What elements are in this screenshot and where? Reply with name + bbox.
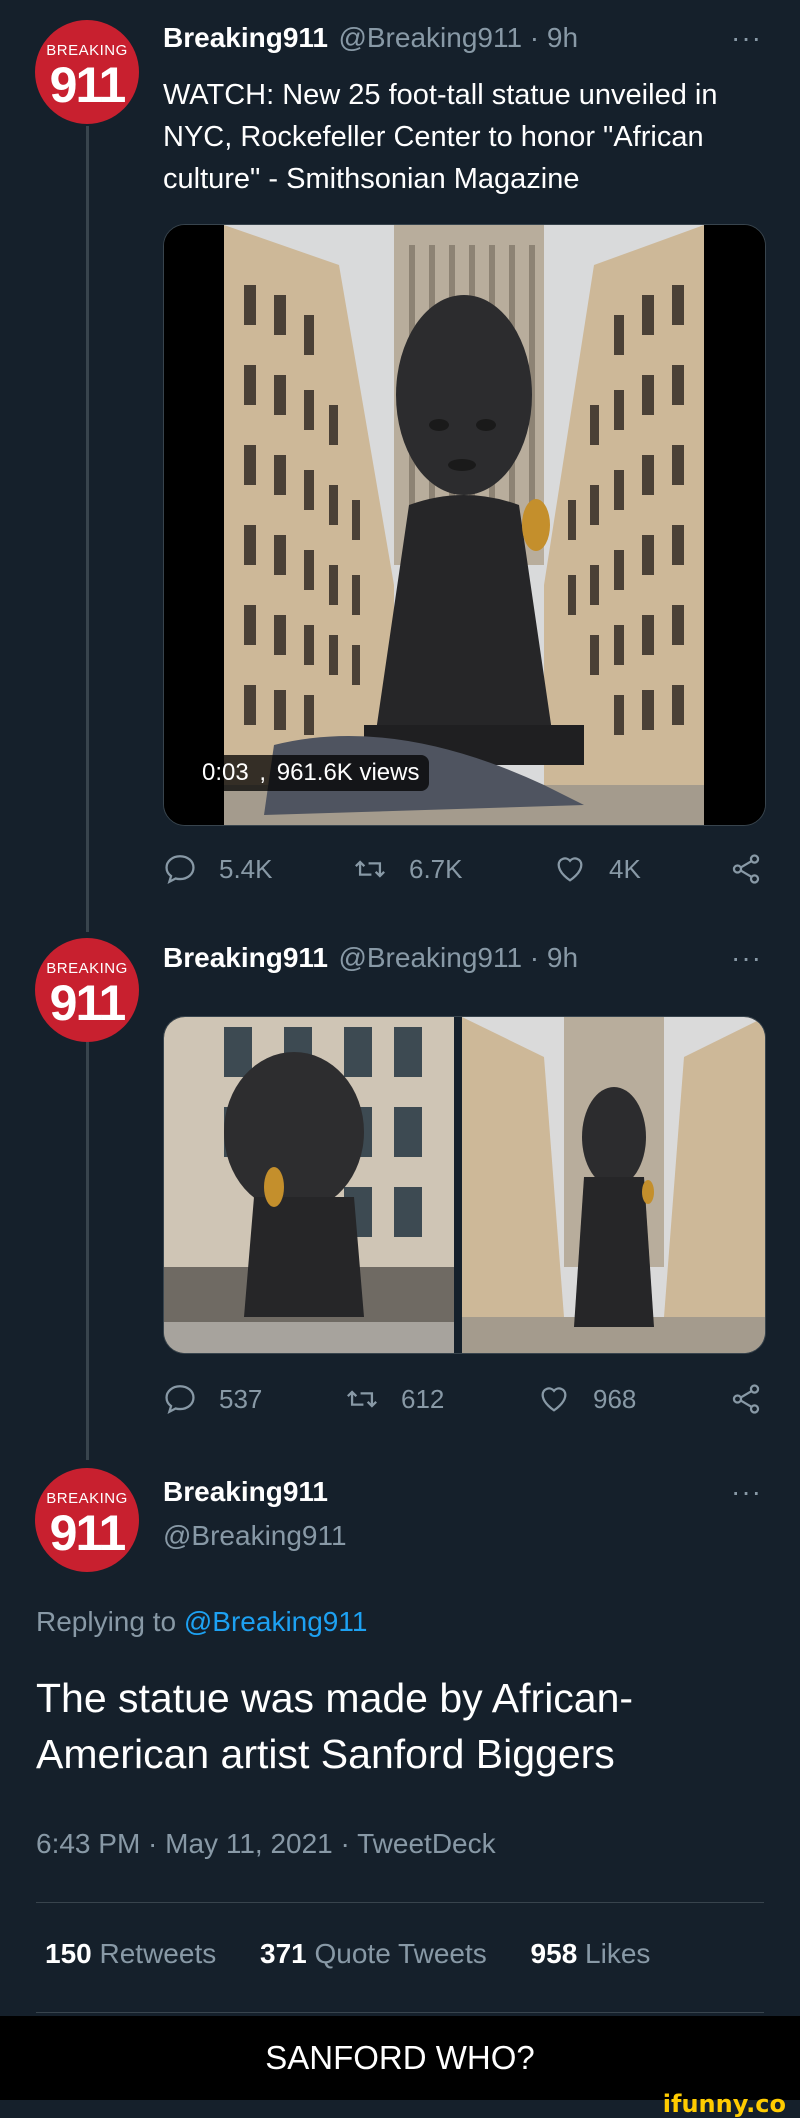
avatar-number: 911	[49, 57, 127, 113]
tweet-text-line: culture" - Smithsonian Magazine	[163, 163, 580, 195]
thread-line	[86, 1012, 89, 1460]
replying-handle-link[interactable]: @Breaking911	[184, 1606, 368, 1637]
avatar[interactable]: BREAKING 911	[35, 938, 139, 1042]
more-options-icon[interactable]: ···	[731, 942, 762, 974]
main-tweet-text: The statue was made by African- American…	[36, 1670, 776, 1782]
reply-button[interactable]: 5.4K	[163, 852, 273, 886]
tweet-header: Breaking911 @Breaking911 · 9h	[163, 22, 578, 54]
author-meta: @Breaking911 · 9h	[338, 942, 579, 973]
share-button[interactable]	[729, 1382, 763, 1416]
author-name[interactable]: Breaking911	[163, 942, 328, 973]
retweet-icon	[355, 860, 385, 878]
tweet-text-line: American artist Sanford Biggers	[36, 1731, 615, 1777]
author-name[interactable]: Breaking911	[163, 22, 328, 53]
likes-stat[interactable]: 958 Likes	[531, 1938, 651, 1969]
tweet-text-line: NYC, Rockefeller Center to honor "Africa…	[163, 121, 704, 153]
tweet-timestamp[interactable]: 6:43 PM · May 11, 2021 · TweetDeck	[36, 1828, 496, 1860]
retweets-count: 150	[45, 1938, 92, 1969]
tweet-actions: 5.4K 6.7K 4K	[163, 852, 764, 892]
share-icon	[732, 854, 760, 884]
avatar-number: 911	[49, 975, 127, 1031]
avatar[interactable]: BREAKING 911	[35, 20, 139, 124]
divider	[36, 1902, 764, 1903]
like-count: 968	[593, 1383, 637, 1414]
tweet-actions: 537 612 968	[163, 1382, 764, 1422]
reply-icon	[165, 1385, 195, 1415]
author-meta: @Breaking911 · 9h	[338, 22, 579, 53]
share-icon	[732, 1384, 760, 1414]
quotes-count: 371	[260, 1938, 307, 1969]
retweets-label: Retweets	[99, 1938, 217, 1969]
statue-video-frame	[164, 225, 765, 825]
watermark: ifunny.co	[662, 2090, 786, 2118]
author-name[interactable]: Breaking911	[163, 1476, 328, 1508]
more-options-icon[interactable]: ···	[731, 22, 762, 54]
avatar-number: 911	[49, 1505, 127, 1561]
quotes-label: Quote Tweets	[314, 1938, 487, 1969]
likes-label: Likes	[585, 1938, 651, 1969]
heart-icon	[557, 857, 583, 882]
reply-count: 537	[219, 1383, 263, 1414]
retweet-button[interactable]: 612	[345, 1382, 444, 1416]
like-button[interactable]: 968	[537, 1382, 636, 1416]
thread-line	[86, 126, 89, 932]
image-grid	[163, 1016, 766, 1354]
avatar[interactable]: BREAKING 911	[35, 1468, 139, 1572]
engagement-stats: 150 Retweets 371 Quote Tweets 958 Likes	[45, 1938, 650, 1970]
video-player[interactable]: 0:03 , 961.6K views	[163, 224, 766, 826]
tweet-text-line: WATCH: New 25 foot-tall statue unveiled …	[163, 79, 718, 111]
author-handle: @Breaking911	[163, 1520, 347, 1551]
likes-count: 958	[530, 1938, 578, 1969]
retweet-count: 6.7K	[409, 853, 463, 884]
reply-button[interactable]: 537	[163, 1382, 262, 1416]
share-button[interactable]	[729, 852, 763, 886]
quotes-stat[interactable]: 371 Quote Tweets	[260, 1938, 495, 1969]
more-options-icon[interactable]: ···	[731, 1476, 762, 1508]
meme-caption: SANFORD WHO?	[0, 2016, 800, 2100]
reply-count: 5.4K	[219, 853, 273, 884]
tweet-text: WATCH: New 25 foot-tall statue unveiled …	[163, 74, 783, 200]
replying-to: Replying to @Breaking911	[36, 1606, 367, 1638]
statue-side-photo[interactable]	[164, 1017, 765, 1353]
retweet-count: 612	[401, 1383, 445, 1414]
retweets-stat[interactable]: 150 Retweets	[45, 1938, 224, 1969]
retweet-icon	[347, 1390, 377, 1408]
like-button[interactable]: 4K	[553, 852, 641, 886]
like-count: 4K	[609, 853, 641, 884]
video-views: 961.6K views	[276, 759, 420, 786]
replying-prefix: Replying to	[36, 1606, 177, 1637]
reply-icon	[165, 855, 195, 885]
divider	[36, 2012, 764, 2013]
video-time: 0:03	[202, 759, 249, 786]
retweet-button[interactable]: 6.7K	[353, 852, 463, 886]
tweet-text-line: The statue was made by African-	[36, 1675, 634, 1721]
video-stats-badge: 0:03 , 961.6K views	[192, 755, 430, 791]
heart-icon	[541, 1387, 567, 1412]
tweet-header: Breaking911 @Breaking911 · 9h	[163, 942, 578, 974]
